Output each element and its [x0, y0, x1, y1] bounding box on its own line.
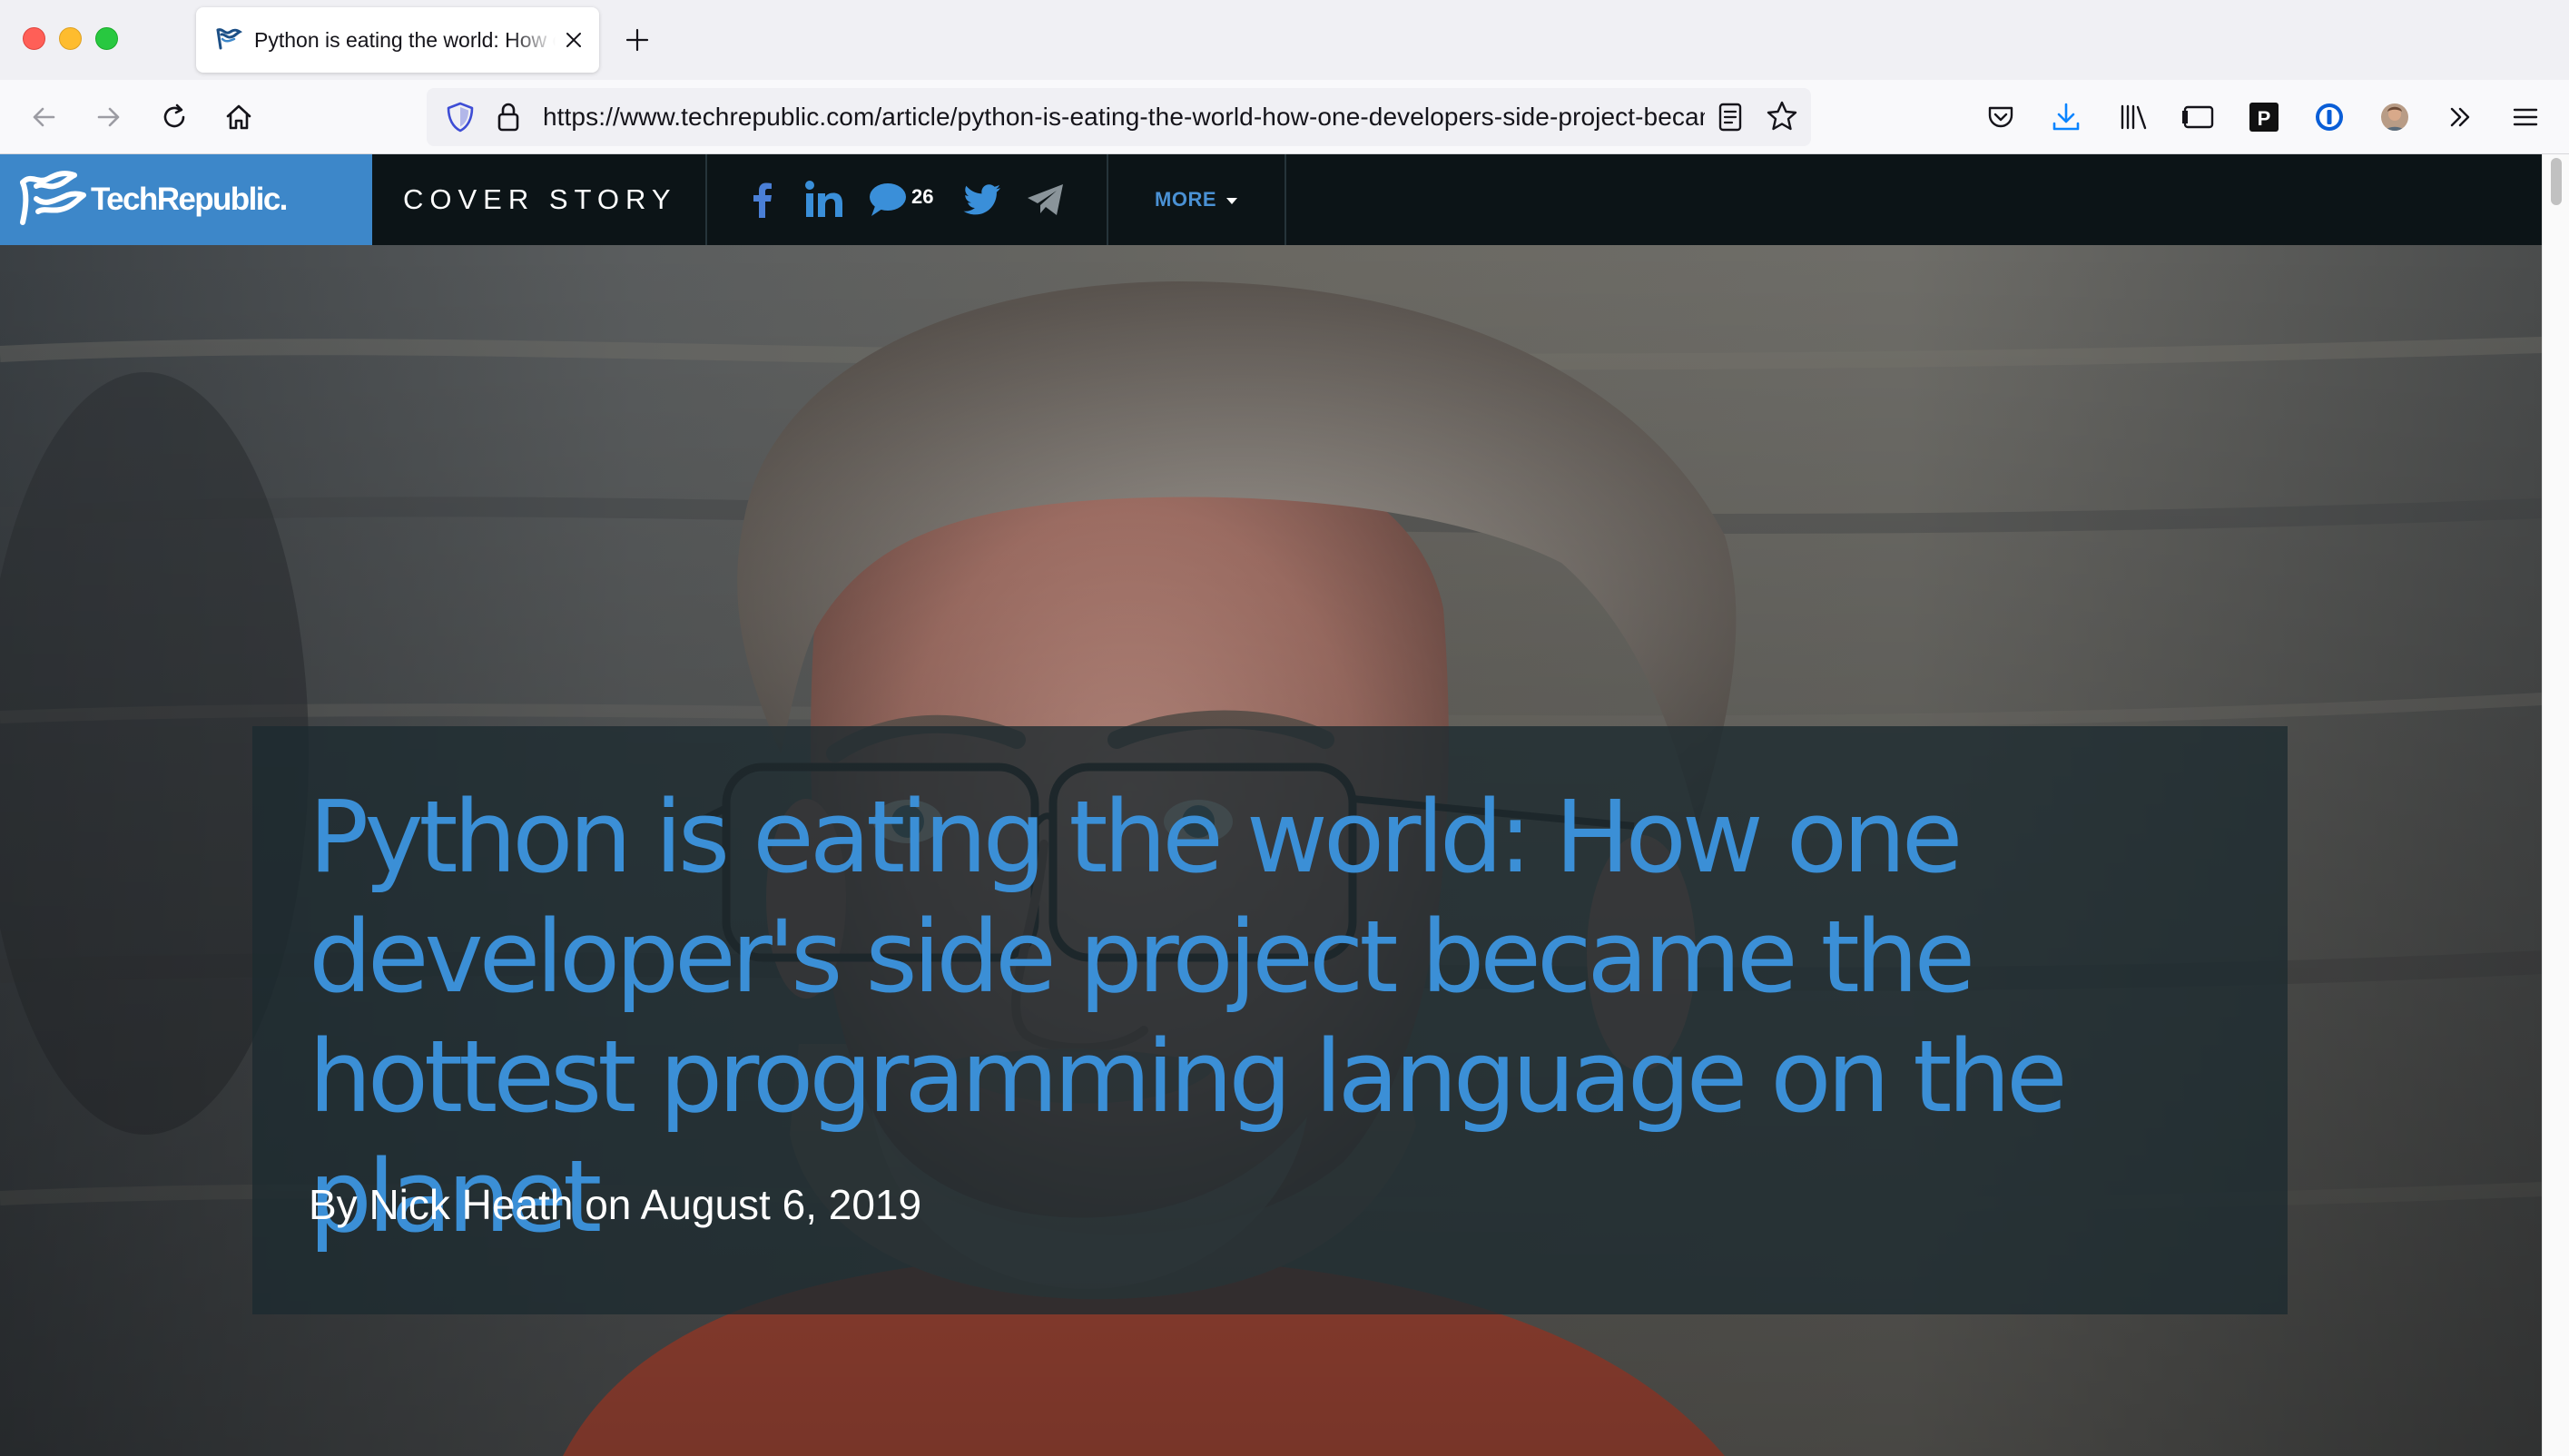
tracking-shield-icon[interactable] [445, 101, 476, 133]
article-byline: By Nick Heath on August 6, 2019 [309, 1181, 922, 1228]
svg-text:P: P [2258, 107, 2271, 130]
menu-icon[interactable] [2508, 100, 2543, 134]
twitter-share-button[interactable] [960, 154, 1004, 245]
forward-icon[interactable] [92, 100, 126, 134]
comment-count[interactable]: 26 [911, 185, 933, 209]
section-label: COVER STORY [403, 183, 677, 215]
back-icon[interactable] [26, 100, 61, 134]
techrepublic-logo-mark-icon [20, 171, 86, 225]
navigation-toolbar: https://www.techrepublic.com/article/pyt… [0, 80, 2569, 154]
reload-icon[interactable] [157, 100, 192, 134]
account-avatar[interactable] [2377, 100, 2412, 134]
page-content: TechRepublic. COVER STORY 26 MORE Python… [0, 154, 2542, 1456]
browser-window: Python is eating the world: How one deve… [0, 0, 2569, 1456]
minimize-window-button[interactable] [59, 27, 82, 50]
more-menu-button[interactable]: MORE [1155, 154, 1216, 245]
linkedin-icon [805, 181, 842, 217]
telegram-share-button[interactable] [1024, 154, 1068, 245]
overflow-icon[interactable] [2443, 100, 2477, 134]
header-divider [1284, 154, 1286, 245]
library-icon[interactable] [2116, 100, 2151, 134]
zoom-window-button[interactable] [95, 27, 118, 50]
password-manager-icon[interactable] [2312, 100, 2347, 134]
bookmark-star-icon[interactable] [1765, 99, 1799, 133]
reader-view-icon[interactable] [1716, 101, 1745, 133]
telegram-icon [1028, 184, 1063, 215]
home-icon[interactable] [221, 100, 256, 134]
facebook-share-button[interactable] [741, 154, 784, 245]
header-divider [1107, 154, 1108, 245]
p-extension-icon[interactable]: P [2247, 100, 2281, 134]
facebook-icon [753, 182, 772, 218]
scrollbar-thumb[interactable] [2551, 158, 2562, 205]
logo-text: TechRepublic. [91, 182, 288, 217]
lock-icon[interactable] [496, 101, 521, 133]
comments-button[interactable] [866, 154, 910, 245]
twitter-icon [963, 184, 1000, 215]
downloads-icon[interactable] [2049, 100, 2083, 134]
sidebar-icon[interactable] [2181, 100, 2216, 134]
url-text[interactable]: https://www.techrepublic.com/article/pyt… [543, 103, 1705, 132]
close-tab-icon[interactable] [563, 29, 585, 51]
pocket-icon[interactable] [1983, 100, 2018, 134]
techrepublic-favicon-icon [216, 28, 242, 50]
close-window-button[interactable] [23, 27, 45, 50]
chevron-down-icon[interactable] [1226, 198, 1237, 204]
active-tab[interactable]: Python is eating the world: How one deve… [196, 7, 599, 73]
linkedin-share-button[interactable] [802, 154, 846, 245]
page-scrollbar[interactable] [2542, 154, 2569, 1456]
tab-title: Python is eating the world: How one deve… [254, 27, 556, 52]
comment-icon [870, 183, 906, 216]
tab-strip: Python is eating the world: How one deve… [0, 0, 2569, 80]
site-header: TechRepublic. COVER STORY 26 MORE [0, 154, 2542, 245]
url-bar[interactable]: https://www.techrepublic.com/article/pyt… [427, 88, 1811, 146]
headline-overlay: Python is eating the world: How one deve… [252, 726, 2288, 1314]
new-tab-icon[interactable] [625, 27, 650, 53]
header-divider [705, 154, 707, 245]
hero-section: Python is eating the world: How one deve… [0, 245, 2542, 1456]
site-logo[interactable]: TechRepublic. [0, 154, 372, 245]
